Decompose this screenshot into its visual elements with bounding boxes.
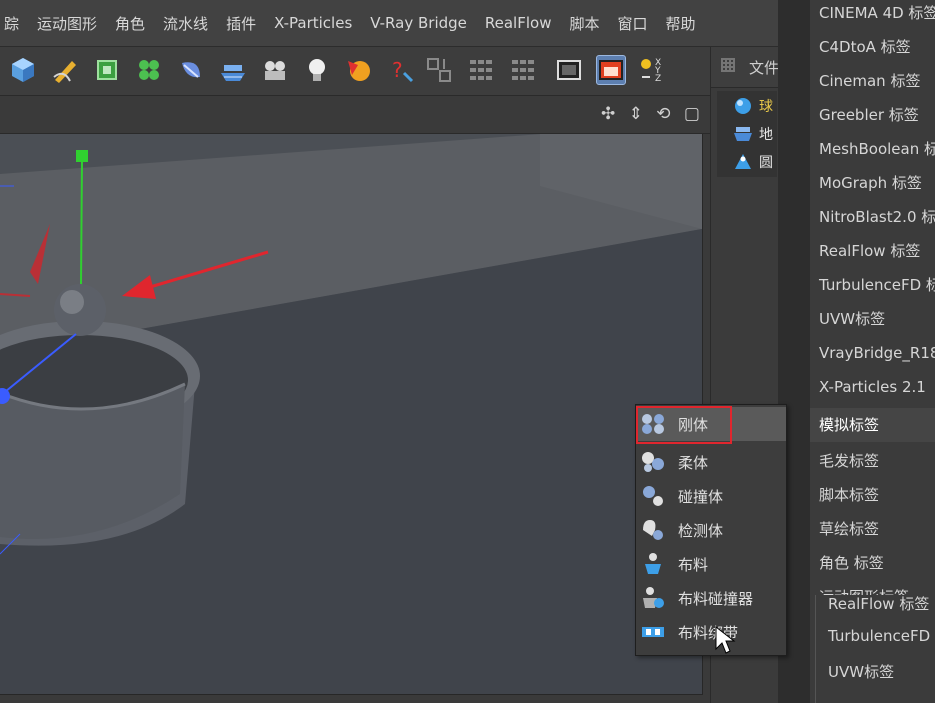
tag-menu-item[interactable]: X-Particles 2.1 (810, 370, 935, 404)
tag-menu-item[interactable]: RealFlow 标签 (810, 234, 935, 268)
object-row-floor[interactable]: 地 (717, 121, 777, 147)
viewport[interactable] (0, 134, 703, 695)
menu-item-cloth-collider[interactable]: 布料碰撞器 (636, 581, 786, 615)
cube-icon[interactable] (8, 55, 38, 85)
grid-icon (721, 58, 735, 72)
menu-item-window[interactable]: 窗口 (617, 13, 647, 34)
tag-menu-item[interactable]: UVW标签 (810, 302, 935, 336)
menu-item-ghost[interactable]: 检测体 (636, 513, 786, 547)
grid-icon[interactable] (466, 55, 496, 85)
menu-item-vray-bridge[interactable]: V-Ray Bridge (370, 14, 467, 32)
help-icon[interactable]: ? (386, 55, 416, 85)
object-row-sphere[interactable]: 球 (717, 93, 777, 119)
menu-item-mograph[interactable]: 运动图形 (37, 13, 97, 34)
menu-item-xparticles[interactable]: X-Particles (274, 14, 352, 32)
floor-icon[interactable] (218, 55, 248, 85)
move-icon[interactable] (424, 55, 454, 85)
menu-item-label: 检测体 (678, 522, 724, 540)
svg-text:Z: Z (655, 74, 661, 84)
object-row-cone[interactable]: 圆 (717, 149, 777, 175)
soft-body-icon (642, 452, 664, 472)
object-manager-title[interactable]: 文件 (749, 57, 779, 78)
xyz-icon[interactable]: XYZ (638, 55, 668, 85)
submenu-item[interactable]: UVW标签 (828, 661, 894, 682)
cloth-icon (645, 553, 661, 574)
viewport-nav-icons[interactable]: ✣ ⇕ ⟲ ▢ (601, 104, 704, 124)
menu-item-script[interactable]: 脚本 (569, 13, 599, 34)
tag-menu-item[interactable]: 角色 标签 (810, 546, 935, 580)
tag-menu-item[interactable]: 脚本标签 (810, 478, 935, 512)
pen-icon[interactable] (50, 55, 80, 85)
collider-icon (643, 486, 663, 506)
tag-menu-item[interactable]: C4DtoA 标签 (810, 30, 935, 64)
viewport-scene (0, 134, 702, 694)
grid-icon[interactable] (508, 55, 538, 85)
floor-icon (734, 127, 752, 141)
submenu-overlay: RealFlow 标签 TurbulenceFD UVW标签 (815, 595, 935, 703)
tag-menu-item[interactable]: VrayBridge_R18 (810, 336, 935, 370)
tag-menu-item-simulation[interactable]: 模拟标签 (810, 408, 935, 442)
tag-menu-item[interactable]: Cineman 标签 (810, 64, 935, 98)
subdivision-icon[interactable] (92, 55, 122, 85)
menu-bar: 踪 运动图形 角色 流水线 插件 X-Particles V-Ray Bridg… (0, 0, 778, 47)
rigid-body-highlight (636, 406, 732, 444)
light-icon[interactable] (302, 55, 332, 85)
object-tree: 球 地 圆 (717, 91, 777, 177)
menu-item-label: 布料 (678, 556, 709, 574)
tag-menu-item[interactable]: 毛发标签 (810, 444, 935, 478)
sphere-icon (735, 98, 751, 114)
viewport-header: ✣ ⇕ ⟲ ▢ (0, 96, 710, 134)
cursor-icon (715, 625, 736, 654)
submenu-item[interactable]: RealFlow 标签 (828, 593, 929, 614)
menu-item-track[interactable]: 踪 (4, 13, 19, 34)
material-icon[interactable] (344, 55, 374, 85)
cloth-collider-icon (643, 587, 664, 608)
menu-item-realflow[interactable]: RealFlow (485, 14, 552, 32)
camera-icon[interactable] (260, 55, 290, 85)
tag-menu-item[interactable]: MeshBoolean 标签 (810, 132, 935, 166)
menu-item-label: 布料碰撞器 (678, 590, 754, 608)
menu-item-label: 碰撞体 (678, 488, 724, 506)
submenu-item[interactable]: TurbulenceFD (828, 627, 930, 645)
menu-item-pipeline[interactable]: 流水线 (163, 13, 208, 34)
tag-menu-item[interactable]: TurbulenceFD 标签 (810, 268, 935, 302)
toolbar: ? XYZ (0, 47, 710, 96)
menu-item-cloth-belt[interactable]: 布料绑带 (636, 615, 786, 649)
object-label: 地 (759, 127, 773, 143)
object-label: 球 (759, 99, 773, 115)
tag-menu-item[interactable]: Greebler 标签 (810, 98, 935, 132)
tag-menu-item[interactable]: NitroBlast2.0 标签 (810, 200, 935, 234)
cloner-icon[interactable] (134, 55, 164, 85)
tag-menu-item[interactable]: CINEMA 4D 标签 (810, 0, 935, 30)
menu-item-help[interactable]: 帮助 (666, 13, 696, 34)
menu-item-soft-body[interactable]: 柔体 (636, 445, 786, 479)
deformer-icon[interactable] (176, 55, 206, 85)
object-manager-header: 文件 (711, 47, 779, 88)
menu-item-cloth[interactable]: 布料 (636, 547, 786, 581)
menu-item-label: 柔体 (678, 454, 709, 472)
render-icon[interactable] (554, 55, 584, 85)
cone-icon (735, 154, 751, 169)
menu-item-plugins[interactable]: 插件 (226, 13, 256, 34)
menu-item-character[interactable]: 角色 (115, 13, 145, 34)
tag-menu-item[interactable]: MoGraph 标签 (810, 166, 935, 200)
cloth-belt-icon (642, 627, 664, 637)
tag-menu-item[interactable]: 草绘标签 (810, 512, 935, 546)
svg-text:?: ? (392, 58, 403, 82)
menu-item-collider[interactable]: 碰撞体 (636, 479, 786, 513)
ghost-icon (643, 520, 663, 540)
render-view-icon[interactable] (596, 55, 626, 85)
object-label: 圆 (759, 155, 773, 171)
